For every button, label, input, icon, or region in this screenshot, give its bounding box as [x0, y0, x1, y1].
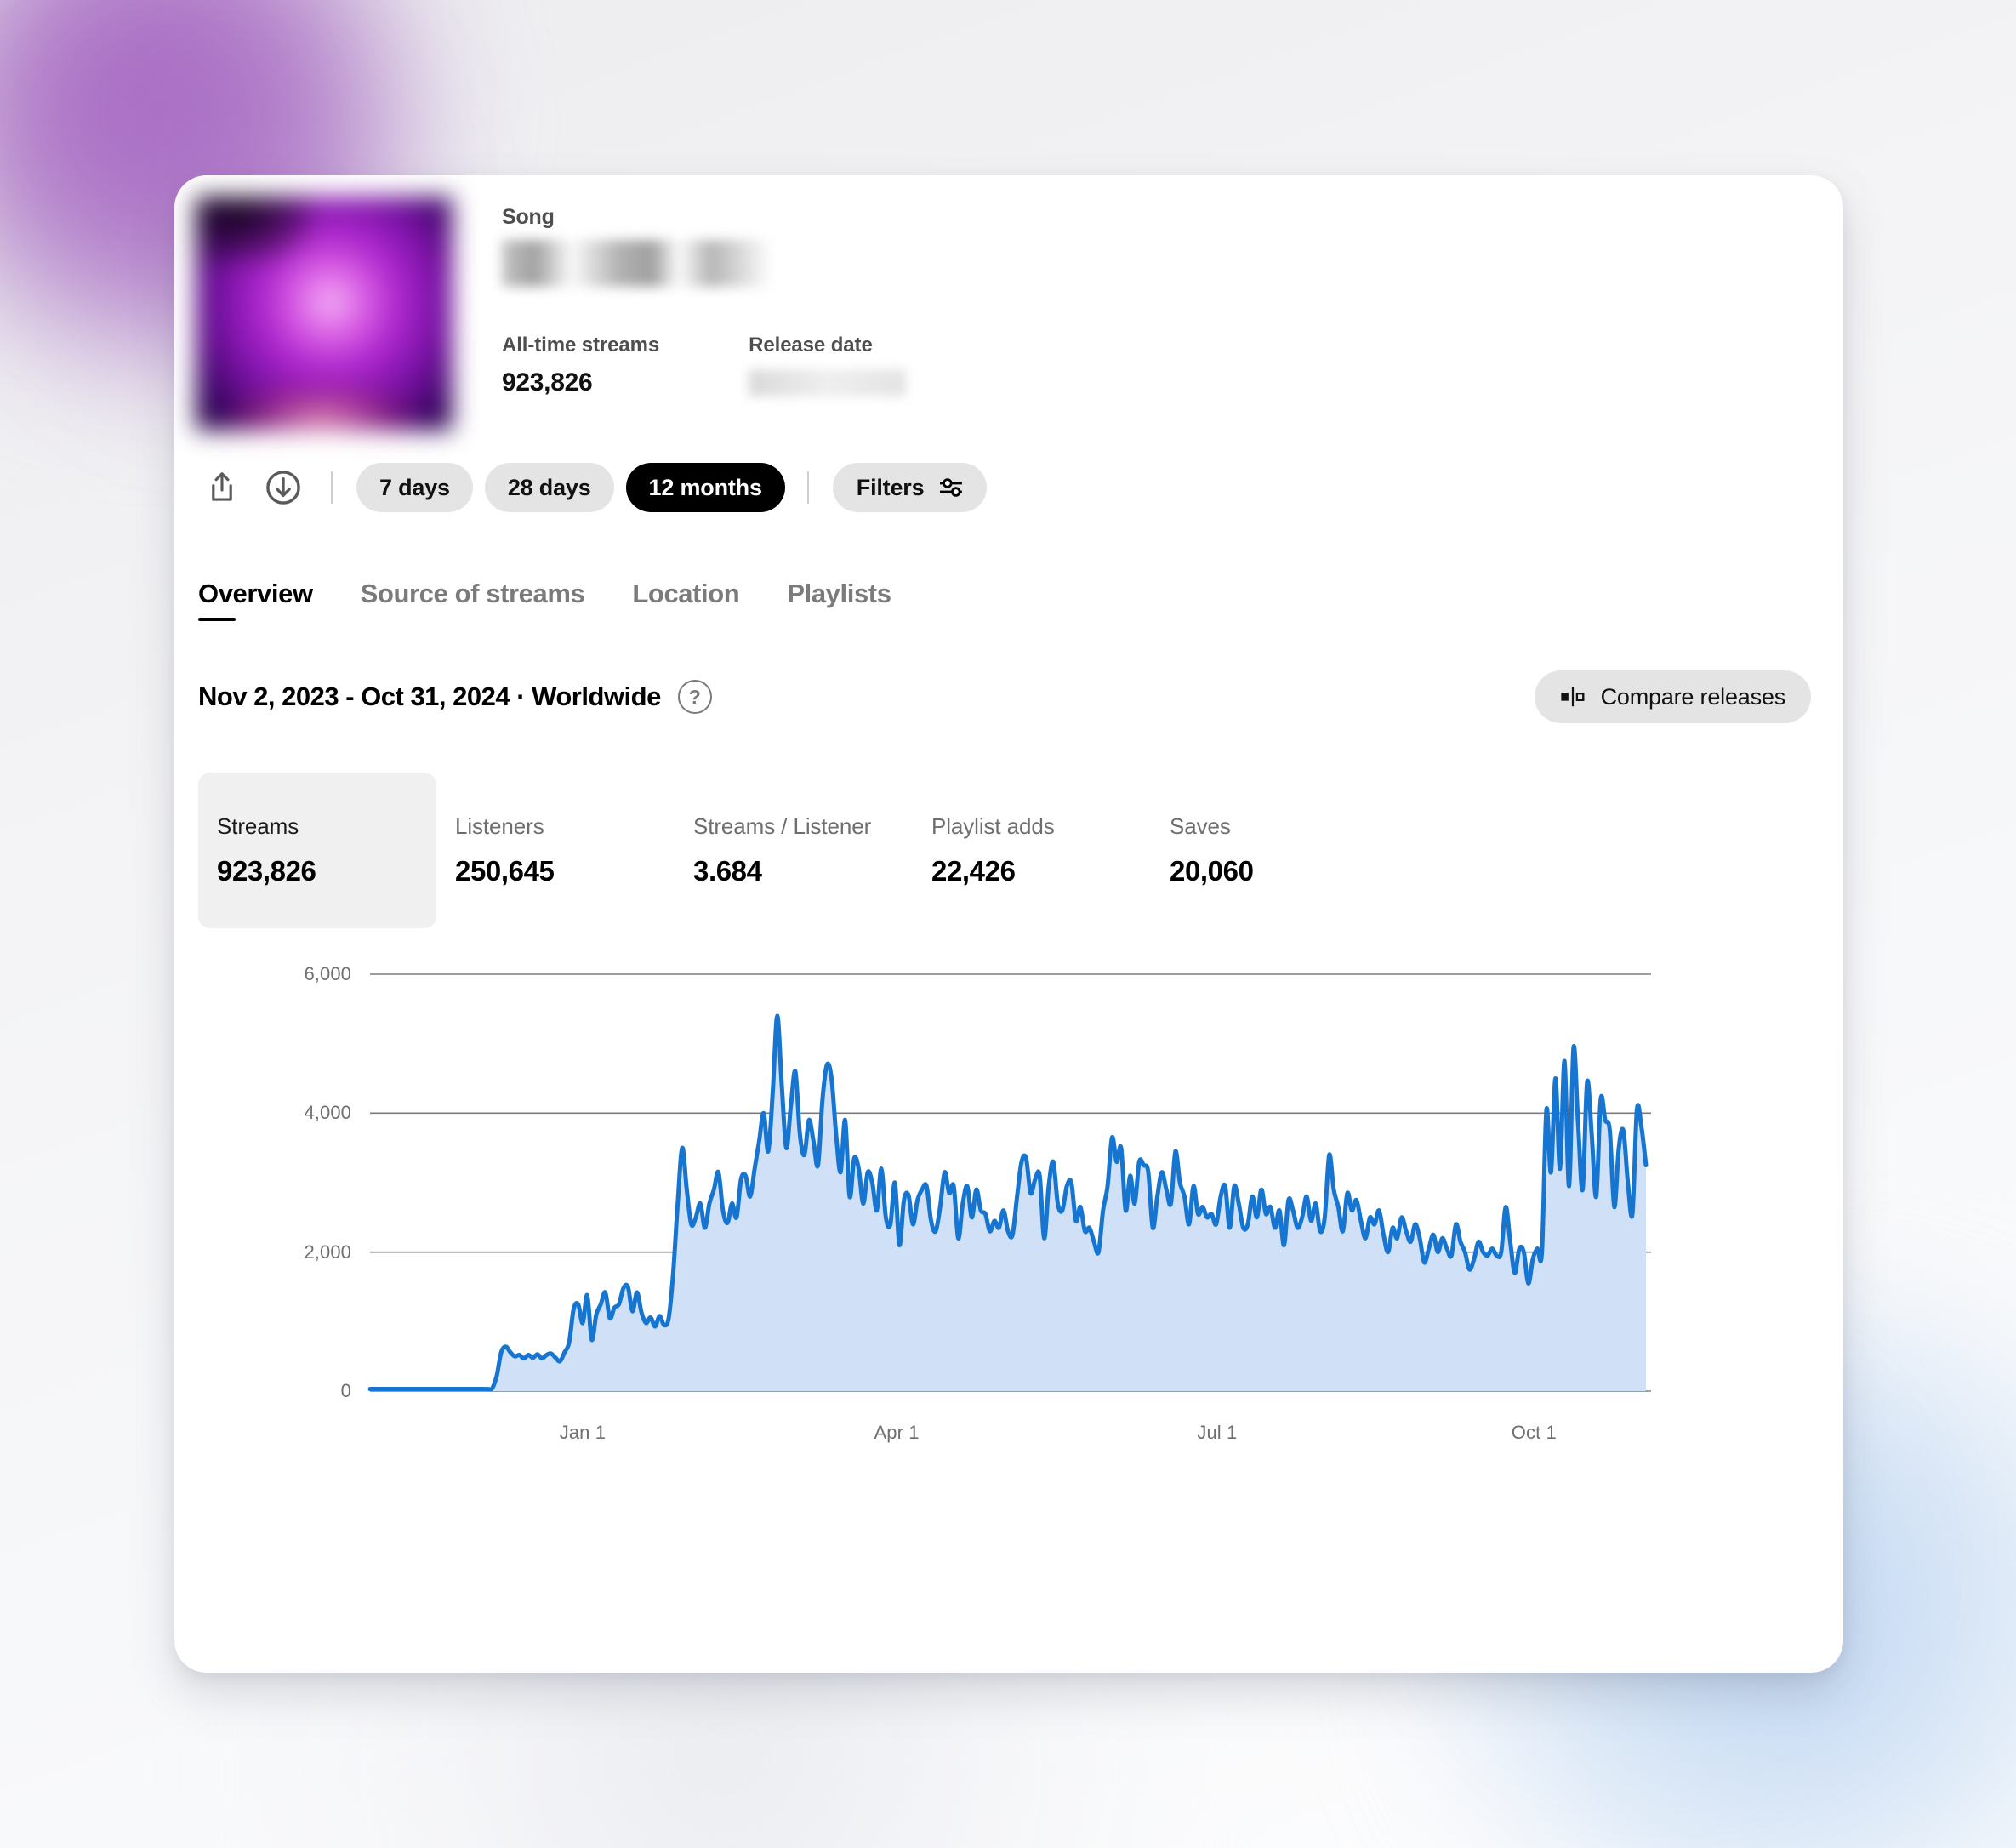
tab-overview[interactable]: Overview	[198, 579, 313, 621]
metric-label: Listeners	[455, 813, 544, 839]
metric-value: 20,060	[1170, 855, 1254, 887]
toolbar: 7 days 28 days 12 months Filters	[174, 431, 1843, 512]
metric-value: 3.684	[693, 855, 762, 887]
tab-location[interactable]: Location	[632, 579, 739, 621]
metric-label: Streams / Listener	[693, 813, 872, 839]
download-icon	[266, 471, 300, 505]
compare-releases-label: Compare releases	[1600, 683, 1786, 710]
date-range-text: Nov 2, 2023 - Oct 31, 2024 · Worldwide	[198, 682, 661, 711]
metric-card-playlist-adds[interactable]: Playlist adds 22,426	[913, 773, 1151, 928]
release-date-redacted	[749, 369, 907, 396]
all-time-streams-label: All-time streams	[502, 334, 660, 356]
toolbar-divider-right	[806, 471, 809, 504]
compare-releases-icon	[1560, 687, 1585, 707]
metric-label: Playlist adds	[931, 813, 1055, 839]
header-stats: All-time streams 923,826 Release date	[502, 334, 907, 397]
date-range-row: Nov 2, 2023 - Oct 31, 2024 · Worldwide ?…	[174, 621, 1843, 723]
range-chip-12-months[interactable]: 12 months	[625, 463, 785, 512]
chart-y-tick: 2,000	[304, 1241, 351, 1263]
range-chip-28-days[interactable]: 28 days	[484, 463, 614, 512]
metric-card-saves[interactable]: Saves 20,060	[1151, 773, 1389, 928]
analytics-tabs: Overview Source of streams Location Play…	[174, 512, 1843, 621]
metric-cards: Streams 923,826 Listeners 250,645 Stream…	[174, 723, 1843, 928]
chart-y-tick: 6,000	[304, 963, 351, 984]
metric-label: Saves	[1170, 813, 1231, 839]
metric-card-streams[interactable]: Streams 923,826	[198, 773, 436, 928]
all-time-streams-value: 923,826	[502, 368, 593, 396]
song-title-redacted	[502, 240, 770, 287]
song-header: Song All-time streams 923,826 Release da…	[174, 175, 1843, 431]
release-date-label: Release date	[749, 334, 873, 356]
metric-card-listeners[interactable]: Listeners 250,645	[436, 773, 675, 928]
album-artwork	[196, 197, 453, 431]
metric-card-streams-per-listener[interactable]: Streams / Listener 3.684	[675, 773, 913, 928]
streams-chart[interactable]: 0 2,000 4,000 6,000	[174, 962, 1843, 1413]
metric-value: 923,826	[217, 855, 316, 887]
download-button[interactable]	[259, 464, 307, 511]
streams-area-chart	[367, 973, 1651, 1392]
chart-y-tick: 4,000	[304, 1102, 351, 1124]
analytics-card: Song All-time streams 923,826 Release da…	[174, 175, 1843, 1673]
chart-x-tick: Oct 1	[1511, 1422, 1557, 1443]
chart-x-tick: Apr 1	[874, 1422, 920, 1443]
tab-source-of-streams[interactable]: Source of streams	[361, 579, 585, 621]
chart-x-tick: Jul 1	[1197, 1422, 1238, 1443]
chart-x-tick: Jan 1	[559, 1422, 607, 1443]
tab-playlists[interactable]: Playlists	[787, 579, 891, 621]
release-date-block: Release date	[749, 334, 907, 397]
metric-value: 250,645	[455, 855, 555, 887]
content-type-label: Song	[502, 205, 555, 229]
chart-x-axis-labels: Jan 1 Apr 1 Jul 1 Oct 1	[174, 1413, 1843, 1456]
toolbar-divider-left	[331, 471, 333, 504]
question-mark-icon[interactable]: ?	[677, 680, 712, 714]
sliders-icon	[940, 478, 963, 497]
range-chip-7-days[interactable]: 7 days	[356, 463, 473, 512]
filters-button[interactable]: Filters	[832, 463, 988, 512]
share-icon	[212, 472, 232, 501]
compare-releases-button[interactable]: Compare releases	[1534, 670, 1811, 723]
song-meta: Song All-time streams 923,826 Release da…	[453, 197, 907, 397]
chart-y-tick: 0	[340, 1380, 351, 1401]
all-time-streams-block: All-time streams 923,826	[502, 334, 659, 397]
filters-label: Filters	[856, 474, 925, 500]
metric-value: 22,426	[931, 855, 1016, 887]
date-range-group: Nov 2, 2023 - Oct 31, 2024 · Worldwide ?	[198, 680, 712, 714]
metric-label: Streams	[217, 813, 299, 839]
share-button[interactable]	[198, 464, 246, 511]
